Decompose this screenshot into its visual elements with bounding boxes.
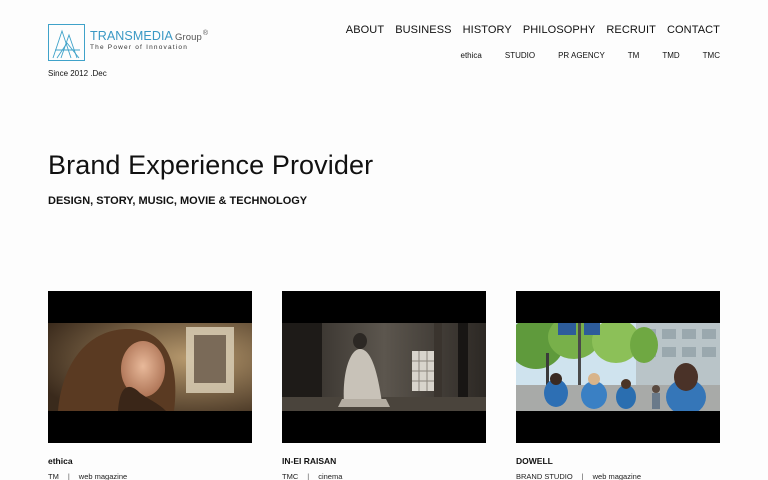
card-tags: TM | web magazine <box>48 472 252 480</box>
card-tag-category[interactable]: BRAND STUDIO <box>516 472 573 480</box>
street-crowd-image <box>516 323 720 411</box>
subnav-tmc[interactable]: TMC <box>703 51 720 60</box>
main-nav: ABOUT BUSINESS HISTORY PHILOSOPHY RECRUI… <box>346 24 720 36</box>
card-title[interactable]: DOWELL <box>516 456 720 466</box>
nav-about[interactable]: ABOUT <box>346 24 384 36</box>
logo-brand-group: Group <box>174 32 202 43</box>
nav-recruit[interactable]: RECRUIT <box>606 24 656 36</box>
card-thumbnail[interactable] <box>516 291 720 443</box>
card-title[interactable]: ethica <box>48 456 252 466</box>
nav-history[interactable]: HISTORY <box>463 24 512 36</box>
logo-brand-main: TRANSMEDIA <box>90 29 173 43</box>
tag-separator: | <box>581 472 584 480</box>
card-dowell[interactable]: DOWELL BRAND STUDIO | web magazine <box>516 291 720 480</box>
subnav-tm[interactable]: TM <box>628 51 640 60</box>
card-thumbnail[interactable] <box>282 291 486 443</box>
hero-subline: DESIGN, STORY, MUSIC, MOVIE & TECHNOLOGY <box>48 195 308 207</box>
tag-separator: | <box>307 472 310 480</box>
card-tag-type[interactable]: cinema <box>318 472 342 480</box>
card-in-ei-raisan[interactable]: IN-EI RAISAN TMC | cinema <box>282 291 486 480</box>
japanese-room-image <box>282 323 486 411</box>
card-tag-category[interactable]: TMC <box>282 472 298 480</box>
card-ethica[interactable]: ethica TM | web magazine <box>48 291 252 480</box>
subnav-pr-agency[interactable]: PR AGENCY <box>558 51 605 60</box>
nav-contact[interactable]: CONTACT <box>667 24 720 36</box>
card-tag-type[interactable]: web magazine <box>79 472 127 480</box>
portrait-woman-image <box>48 323 252 411</box>
logo-tagline: The Power of Innovation <box>90 43 189 51</box>
card-thumbnail[interactable] <box>48 291 252 443</box>
subnav-studio[interactable]: STUDIO <box>505 51 535 60</box>
logo-mark-icon <box>48 24 85 61</box>
nav-philosophy[interactable]: PHILOSOPHY <box>523 24 596 36</box>
card-tag-type[interactable]: web magazine <box>593 472 641 480</box>
nav-business[interactable]: BUSINESS <box>395 24 451 36</box>
registered-mark: ® <box>202 30 209 37</box>
sub-nav: ethica STUDIO PR AGENCY TM TMD TMC <box>438 51 721 60</box>
tag-separator: | <box>67 472 70 480</box>
card-tag-category[interactable]: TM <box>48 472 59 480</box>
hero-headline: Brand Experience Provider <box>48 150 374 180</box>
subnav-ethica[interactable]: ethica <box>461 51 482 60</box>
card-tags: TMC | cinema <box>282 472 486 480</box>
site-logo[interactable]: TRANSMEDIA Group® The Power of Innovation <box>48 24 223 64</box>
card-tags: BRAND STUDIO | web magazine <box>516 472 720 480</box>
since-date: Since 2012 .Dec <box>48 69 107 78</box>
subnav-tmd[interactable]: TMD <box>662 51 679 60</box>
card-title[interactable]: IN-EI RAISAN <box>282 456 486 466</box>
